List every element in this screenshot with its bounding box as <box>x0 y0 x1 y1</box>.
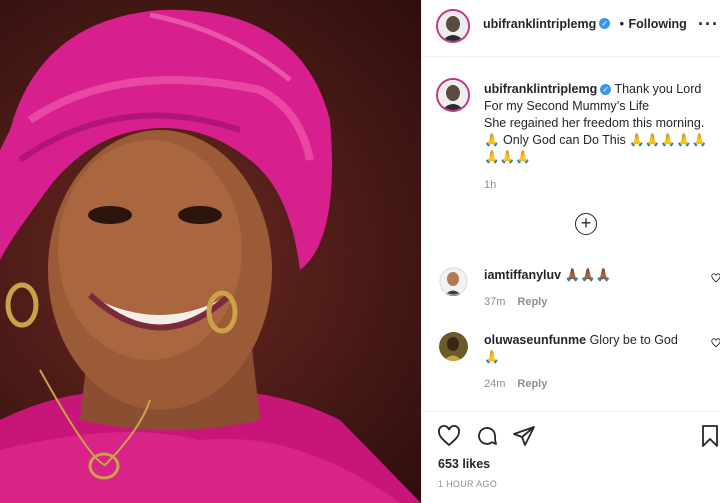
caption-line: 🙏🙏🙏 <box>484 150 531 164</box>
comment-text-line2: 🙏 <box>484 350 500 364</box>
author-username[interactable]: ubifranklintriplemg <box>483 17 596 31</box>
comment-like-heart-icon[interactable] <box>711 273 720 283</box>
more-options-icon[interactable]: ··· <box>698 14 719 35</box>
post-header: ubifranklintriplemg ✓ • Following ··· <box>422 0 720 57</box>
caption-author-avatar[interactable] <box>436 78 470 112</box>
reply-button[interactable]: Reply <box>517 296 547 308</box>
comment-text: Glory be to God <box>589 333 678 347</box>
post-details-pane: ubifranklintriplemg ✓ • Following ··· ubi… <box>421 0 720 503</box>
caption-line: 🙏 Only God can Do This 🙏🙏🙏🙏🙏 <box>484 133 708 147</box>
commenter-avatar-image <box>439 267 468 296</box>
post-photo[interactable] <box>0 0 421 503</box>
caption-username[interactable]: ubifranklintriplemg <box>484 82 597 96</box>
comment-time: 37m <box>484 296 506 308</box>
comment-time: 24m <box>484 378 506 390</box>
caption-line: She regained her freedom this morning. <box>484 116 705 130</box>
share-paper-plane-icon[interactable] <box>512 424 536 448</box>
commenter-avatar-image <box>439 332 468 361</box>
verified-badge-icon: ✓ <box>599 18 611 30</box>
post-timestamp: 1 HOUR AGO <box>438 479 498 489</box>
comment-like-heart-icon[interactable] <box>711 338 720 348</box>
portrait-image <box>0 9 421 503</box>
commenter-avatar[interactable] <box>439 267 468 296</box>
comment-username[interactable]: oluwaseunfunme <box>484 333 586 347</box>
likes-count[interactable]: 653 likes <box>438 457 490 471</box>
follow-separator: • <box>619 17 625 31</box>
like-heart-icon[interactable] <box>437 424 461 448</box>
caption-line: Thank you Lord <box>614 82 702 96</box>
comment-text: 🙏🏾🙏🏾🙏🏾 <box>564 268 612 282</box>
comment-username[interactable]: iamtiffanyluv <box>484 268 561 282</box>
reply-button[interactable]: Reply <box>517 378 547 390</box>
comment-meta: 37m Reply <box>484 296 547 308</box>
comment-text-block: iamtiffanyluv 🙏🏾🙏🏾🙏🏾 <box>484 267 709 284</box>
verified-badge-icon: ✓ <box>600 84 612 96</box>
post-caption: ubifranklintriplemg ✓ Thank you Lord For … <box>484 81 720 194</box>
author-avatar[interactable] <box>436 9 470 43</box>
caption-timestamp: 1h <box>484 179 497 191</box>
following-button[interactable]: Following <box>629 17 687 31</box>
post-actions: 653 likes 1 HOUR AGO <box>422 411 720 503</box>
comment-meta: 24m Reply <box>484 378 547 390</box>
load-more-comments-icon[interactable]: + <box>575 213 597 235</box>
caption-avatar-image <box>438 80 468 110</box>
save-bookmark-icon[interactable] <box>698 424 720 448</box>
instagram-post: ubifranklintriplemg ✓ • Following ··· ubi… <box>0 0 720 503</box>
caption-line: For my Second Mummy’s Life <box>484 99 650 113</box>
comment-bubble-icon[interactable] <box>475 424 499 448</box>
author-avatar-image <box>438 11 468 41</box>
comment-text-block: oluwaseunfunme Glory be to God 🙏 <box>484 332 709 366</box>
commenter-avatar[interactable] <box>439 332 468 361</box>
